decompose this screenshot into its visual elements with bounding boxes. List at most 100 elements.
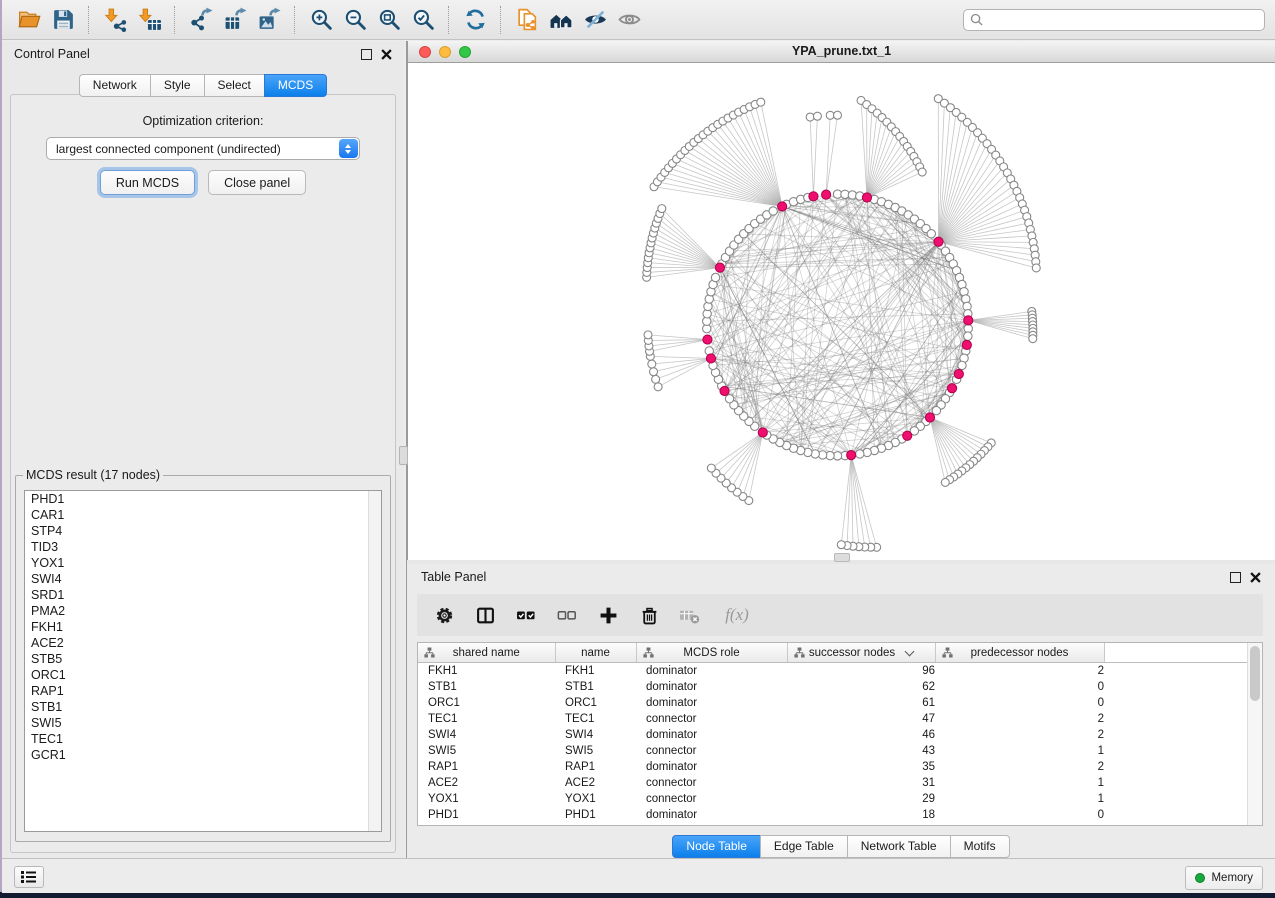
hide-selected-button[interactable] [578,4,612,36]
table-cell[interactable]: STB1 [555,679,636,695]
table-cell[interactable]: 1 [935,775,1104,791]
table-cell[interactable]: 96 [787,663,935,680]
import-table-button[interactable] [132,4,166,36]
table-cell[interactable]: TEC1 [555,711,636,727]
mcds-result-item[interactable]: RAP1 [25,683,381,699]
mcds-result-item[interactable]: SWI4 [25,571,381,587]
refresh-button[interactable] [458,4,492,36]
mcds-result-item[interactable]: SRD1 [25,587,381,603]
add-column-button[interactable] [597,604,619,626]
column-header-shared-name[interactable]: shared name [418,643,555,663]
table-cell[interactable] [1104,775,1262,791]
table-settings-button[interactable] [433,604,455,626]
table-cell[interactable]: ACE2 [418,775,555,791]
table-cell[interactable] [1104,743,1262,759]
run-mcds-button[interactable]: Run MCDS [100,170,195,195]
mcds-result-item[interactable]: ORC1 [25,667,381,683]
close-table-panel-icon[interactable] [1250,572,1261,583]
memory-button[interactable]: Memory [1185,866,1263,890]
table-cell[interactable] [1104,727,1262,743]
table-cell[interactable]: 0 [935,695,1104,711]
table-row[interactable]: SWI4SWI4dominator462 [418,727,1262,743]
table-cell[interactable]: SWI5 [418,743,555,759]
show-all-button[interactable] [612,4,646,36]
table-row[interactable]: TEC1TEC1connector472 [418,711,1262,727]
table-cell[interactable]: dominator [636,663,787,680]
network-view[interactable] [407,63,1275,560]
window-close-icon[interactable] [419,46,431,58]
table-cell[interactable]: 47 [787,711,935,727]
table-cell[interactable]: connector [636,711,787,727]
tab-select[interactable]: Select [204,74,265,97]
column-header-predecessor-nodes[interactable]: predecessor nodes [935,643,1104,663]
search-input[interactable] [988,12,1258,28]
mcds-result-item[interactable]: SWI5 [25,715,381,731]
table-cell[interactable]: 1 [935,743,1104,759]
table-cell[interactable] [1104,695,1262,711]
table-cell[interactable]: ORC1 [418,695,555,711]
table-cell[interactable]: SWI4 [418,727,555,743]
window-maximize-icon[interactable] [459,46,471,58]
mcds-result-item[interactable]: CAR1 [25,507,381,523]
import-network-button[interactable] [98,4,132,36]
table-cell[interactable]: 46 [787,727,935,743]
tab-style[interactable]: Style [150,74,205,97]
table-cell[interactable]: dominator [636,679,787,695]
table-divider-handle[interactable] [834,553,850,562]
mcds-result-list[interactable]: PHD1CAR1STP4TID3YOX1SWI4SRD1PMA2FKH1ACE2… [24,490,382,832]
tab-network-table[interactable]: Network Table [847,835,951,858]
table-row[interactable]: RAP1RAP1dominator352 [418,759,1262,775]
mcds-result-item[interactable]: ACE2 [25,635,381,651]
mcds-result-item[interactable]: PMA2 [25,603,381,619]
tab-motifs[interactable]: Motifs [950,835,1010,858]
table-cell[interactable] [1104,679,1262,695]
column-header-name[interactable]: name [555,643,636,663]
tab-network[interactable]: Network [79,74,151,97]
table-cell[interactable]: 61 [787,695,935,711]
mcds-result-item[interactable]: TID3 [25,539,381,555]
table-row[interactable]: PHD1PHD1dominator180 [418,807,1262,823]
table-cell[interactable]: 2 [935,727,1104,743]
select-all-columns-button[interactable] [515,604,537,626]
mcds-result-item[interactable]: STB1 [25,699,381,715]
table-cell[interactable]: dominator [636,807,787,823]
table-cell[interactable]: 35 [787,759,935,775]
table-row[interactable]: STB1STB1dominator620 [418,679,1262,695]
close-panel-button[interactable]: Close panel [208,170,306,195]
zoom-out-button[interactable] [338,4,372,36]
table-row[interactable]: ACE2ACE2connector311 [418,775,1262,791]
column-header-mcds-role[interactable]: MCDS role [636,643,787,663]
table-cell[interactable]: SWI4 [555,727,636,743]
table-cell[interactable]: connector [636,791,787,807]
export-network-button[interactable] [184,4,218,36]
open-file-button[interactable] [12,4,46,36]
table-cell[interactable]: connector [636,775,787,791]
mcds-result-item[interactable]: STB5 [25,651,381,667]
table-cell[interactable]: 43 [787,743,935,759]
export-table-button[interactable] [218,4,252,36]
table-cell[interactable]: connector [636,743,787,759]
mcds-result-item[interactable]: GCR1 [25,747,381,763]
table-cell[interactable]: STB1 [418,679,555,695]
table-cell[interactable]: FKH1 [418,663,555,680]
table-scrollbar-thumb[interactable] [1250,646,1260,701]
table-cell[interactable]: 62 [787,679,935,695]
table-cell[interactable] [1104,791,1262,807]
mcds-result-item[interactable]: FKH1 [25,619,381,635]
table-scrollbar[interactable] [1247,643,1262,825]
mcds-list-scrollbar[interactable] [368,491,381,831]
table-cell[interactable] [1104,663,1262,680]
window-minimize-icon[interactable] [439,46,451,58]
table-cell[interactable]: dominator [636,695,787,711]
show-column-panel-button[interactable] [474,604,496,626]
table-cell[interactable]: 18 [787,807,935,823]
table-row[interactable]: FKH1FKH1dominator962 [418,663,1262,680]
table-cell[interactable]: 0 [935,679,1104,695]
table-row[interactable]: ORC1ORC1dominator610 [418,695,1262,711]
table-cell[interactable]: ACE2 [555,775,636,791]
table-cell[interactable]: ORC1 [555,695,636,711]
show-panels-menu-button[interactable] [14,866,44,888]
column-header-successor-nodes[interactable]: successor nodes [787,643,935,663]
table-cell[interactable] [1104,759,1262,775]
float-table-panel-icon[interactable] [1230,572,1241,583]
